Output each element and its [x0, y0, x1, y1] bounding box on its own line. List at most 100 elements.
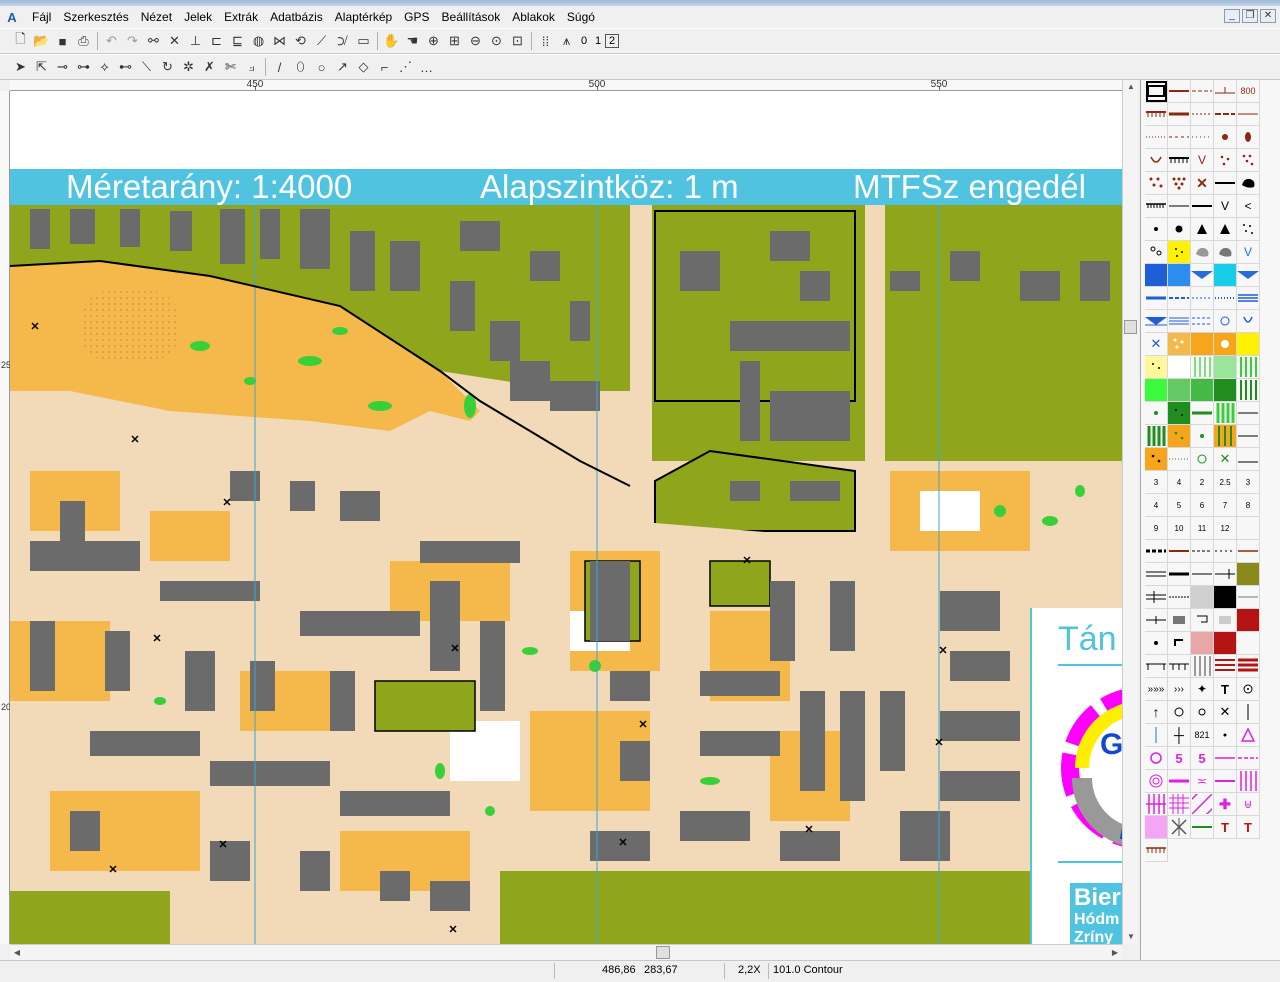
- symbol-open-land[interactable]: [1191, 333, 1214, 356]
- symbol-blank[interactable]: [1237, 517, 1260, 540]
- symbol-special-water-x[interactable]: ✕: [1145, 333, 1168, 356]
- symbol-knoll[interactable]: [1214, 126, 1237, 149]
- symbol-track-10[interactable]: 10: [1168, 517, 1191, 540]
- symbol-purple-line[interactable]: [1214, 770, 1237, 793]
- symbol-index-contour[interactable]: [1168, 80, 1191, 103]
- hand-icon[interactable]: ✋: [381, 31, 402, 51]
- symbol-small-circle[interactable]: [1191, 701, 1214, 724]
- symbol-corner[interactable]: [1168, 632, 1191, 655]
- symbol-rocky-pit[interactable]: [1214, 218, 1237, 241]
- symbol-gray-rect[interactable]: [1168, 609, 1191, 632]
- symbol-pipeline[interactable]: [1214, 563, 1237, 586]
- symbol-ditch[interactable]: [1214, 287, 1237, 310]
- menu-extras[interactable]: Extrák: [218, 7, 264, 27]
- rotate-symbol-icon[interactable]: ↻: [157, 57, 178, 77]
- symbol-boulder-cluster[interactable]: [1145, 241, 1168, 264]
- menu-gps[interactable]: GPS: [398, 7, 435, 27]
- antenna-icon[interactable]: ⩚: [556, 31, 577, 51]
- symbol-sandy-ground[interactable]: [1168, 241, 1191, 264]
- symbol-road-7[interactable]: 7: [1214, 494, 1237, 517]
- circle-icon[interactable]: ○: [311, 57, 332, 77]
- symbol-cliff-line[interactable]: [1214, 172, 1237, 195]
- symbol-gray-stripes[interactable]: [1191, 655, 1214, 678]
- symbol-v-pit[interactable]: V: [1191, 149, 1214, 172]
- symbol-river[interactable]: [1145, 287, 1168, 310]
- symbol-v-rock[interactable]: V: [1214, 195, 1237, 218]
- polygon-icon[interactable]: ◇: [353, 57, 374, 77]
- symbol-spring[interactable]: [1237, 310, 1260, 333]
- move-symbol-icon[interactable]: ✲: [178, 57, 199, 77]
- symbol-building[interactable]: [1214, 586, 1237, 609]
- symbol-earth-bank[interactable]: [1145, 103, 1168, 126]
- curve-icon[interactable]: ↗: [332, 57, 353, 77]
- cut-line-icon[interactable]: ⟍: [136, 57, 157, 77]
- symbol-crossing[interactable]: ≍: [1191, 770, 1214, 793]
- symbol-green-medium-2[interactable]: [1191, 379, 1214, 402]
- menu-settings[interactable]: Beállítások: [436, 7, 507, 27]
- horizontal-scrollbar[interactable]: ◀ ▶: [10, 944, 1122, 960]
- symbol-gate[interactable]: [1145, 655, 1168, 678]
- menu-windows[interactable]: Ablakok: [506, 7, 561, 27]
- gps-line-icon[interactable]: ⋰: [395, 57, 416, 77]
- symbol-circle-dot[interactable]: [1237, 678, 1260, 701]
- symbol-red-stripes-2[interactable]: [1237, 655, 1260, 678]
- layer-2-button[interactable]: 2: [605, 34, 619, 48]
- symbol-indistinct-marsh[interactable]: [1191, 310, 1214, 333]
- symbol-green-dark[interactable]: [1214, 379, 1237, 402]
- zoom-in-icon[interactable]: ⊕: [423, 31, 444, 51]
- symbol-high-fence[interactable]: [1145, 563, 1168, 586]
- zoom-frame-icon[interactable]: ⊞: [444, 31, 465, 51]
- symbol-rough-open[interactable]: [1237, 333, 1260, 356]
- symbol-track-11[interactable]: 11: [1191, 517, 1214, 540]
- save-icon[interactable]: ■: [52, 31, 73, 51]
- symbol-star[interactable]: ✦: [1191, 678, 1214, 701]
- symbol-pink-area[interactable]: [1191, 632, 1214, 655]
- symbol-start-triangle[interactable]: [1237, 724, 1260, 747]
- symbol-control-number-2[interactable]: 5: [1191, 747, 1214, 770]
- symbol-vertical-line[interactable]: [1237, 701, 1260, 724]
- scroll-up-icon[interactable]: ▲: [1123, 80, 1139, 94]
- menu-background-map[interactable]: Alaptérkép: [329, 7, 398, 27]
- symbol-settlement[interactable]: [1237, 563, 1260, 586]
- symbol-light-gray[interactable]: [1214, 609, 1237, 632]
- symbol-shallow-water[interactable]: [1237, 264, 1260, 287]
- symbol-red-stripes[interactable]: [1214, 655, 1237, 678]
- symbol-dotted-area[interactable]: [1145, 172, 1168, 195]
- menu-symbols[interactable]: Jelek: [178, 7, 218, 27]
- select-arrow-icon[interactable]: ➤: [10, 57, 31, 77]
- merge-icon[interactable]: ⊑: [227, 31, 248, 51]
- open-folder-icon[interactable]: 📂: [31, 31, 52, 51]
- symbol-depression[interactable]: [1145, 149, 1168, 172]
- symbol-forest-line[interactable]: [1237, 402, 1260, 425]
- symbol-power-line[interactable]: [1168, 540, 1191, 563]
- cut-icon[interactable]: ✕: [164, 31, 185, 51]
- menu-database[interactable]: Adatbázis: [264, 7, 329, 27]
- symbol-orchard[interactable]: [1214, 425, 1237, 448]
- symbol-t[interactable]: T: [1214, 678, 1237, 701]
- symbol-rock-line[interactable]: [1191, 195, 1214, 218]
- symbol-line-4[interactable]: 4: [1168, 471, 1191, 494]
- insert-node-icon[interactable]: ⊶: [73, 57, 94, 77]
- symbol-water-v[interactable]: V: [1237, 241, 1260, 264]
- binoculars-icon[interactable]: ⚯: [143, 31, 164, 51]
- vertical-scroll-thumb[interactable]: [1124, 320, 1137, 334]
- symbol-cultivated[interactable]: [1145, 448, 1168, 471]
- layer-1-button[interactable]: 1: [591, 35, 605, 47]
- symbol-contour-value[interactable]: 800: [1237, 80, 1260, 103]
- symbol-well[interactable]: [1214, 310, 1237, 333]
- symbol-course-dash[interactable]: [1237, 747, 1260, 770]
- symbol-dot-line-green[interactable]: [1168, 448, 1191, 471]
- symbol-green-dash[interactable]: [1191, 816, 1214, 839]
- symbol-green-label[interactable]: [1237, 448, 1260, 471]
- symbol-green-stripe-3[interactable]: [1214, 402, 1237, 425]
- menu-edit[interactable]: Szerkesztés: [57, 7, 134, 27]
- more-icon[interactable]: …: [416, 57, 437, 77]
- symbol-up-arrow[interactable]: ↑: [1145, 701, 1168, 724]
- symbol-less-than[interactable]: <: [1237, 195, 1260, 218]
- symbol-undergrowth-white[interactable]: [1168, 356, 1191, 379]
- symbol-knoll-line-2[interactable]: [1168, 126, 1191, 149]
- symbol-first-aid[interactable]: ✚: [1214, 793, 1237, 816]
- symbol-marsh-line[interactable]: [1237, 287, 1260, 310]
- symbol-gully[interactable]: [1214, 103, 1237, 126]
- symbol-green-dotted[interactable]: [1168, 402, 1191, 425]
